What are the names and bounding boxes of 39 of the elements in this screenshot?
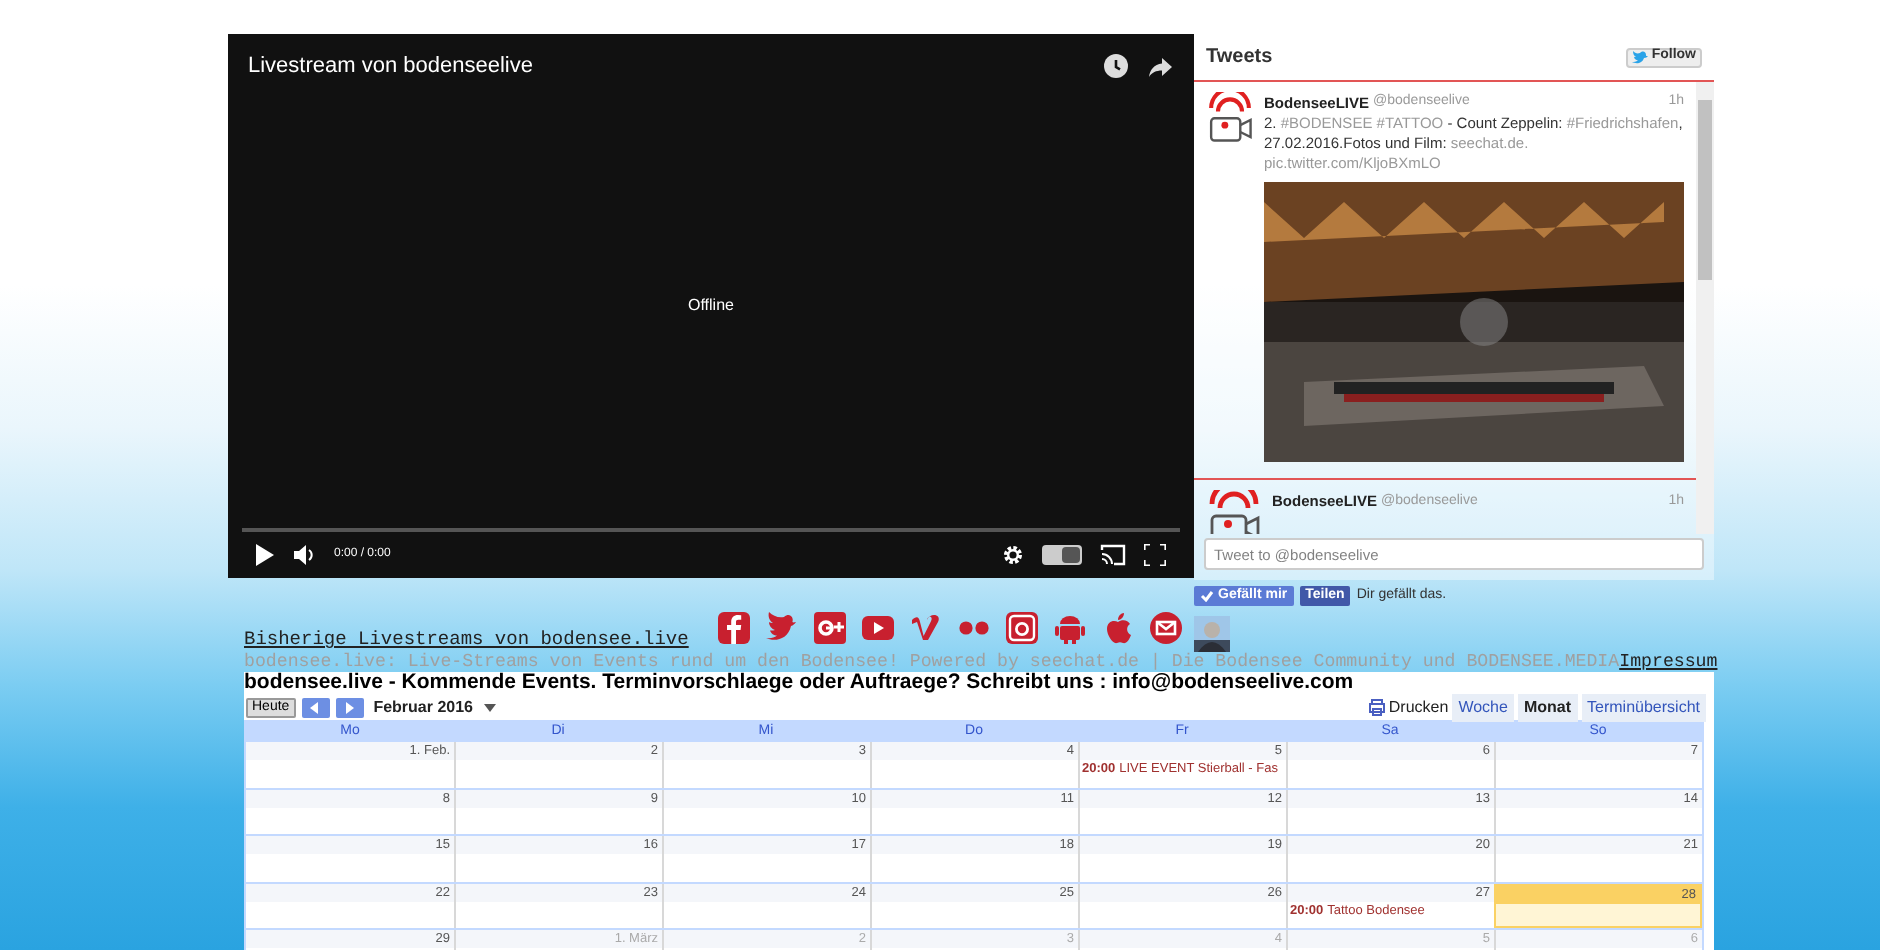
gear-icon[interactable] <box>1002 544 1024 566</box>
cast-icon[interactable] <box>1100 544 1126 566</box>
play-button-icon[interactable] <box>862 612 894 644</box>
bird-icon <box>1631 50 1648 64</box>
clock-icon[interactable] <box>1104 54 1128 79</box>
calendar-title: bodensee.live - Kommende Events. Terminvorschlaege oder Auftraege? Schreibt uns : info@bodenseelive.com <box>244 672 1356 694</box>
camera-signal-icon <box>1206 92 1254 148</box>
view-tab[interactable]: Monat <box>1517 693 1578 721</box>
volume-icon[interactable] <box>294 544 314 566</box>
imprint-link[interactable]: Impressum <box>1619 652 1718 672</box>
fullscreen-icon[interactable] <box>1144 544 1166 566</box>
left-arrow-icon <box>310 701 321 713</box>
camera-signal-icon <box>1206 490 1262 534</box>
offline-status: Offline <box>688 293 734 318</box>
share-arrow-icon[interactable] <box>1148 55 1174 78</box>
view-tab[interactable]: Terminübersicht <box>1581 693 1706 721</box>
panel-title: Tweets <box>1206 44 1273 72</box>
bird-icon[interactable] <box>766 612 798 644</box>
archive-link[interactable]: Bisherige Livestreams von bodensee.live <box>244 630 689 650</box>
v-logo-icon[interactable] <box>910 612 942 644</box>
apple-icon[interactable] <box>1102 612 1134 644</box>
printer-icon <box>1368 698 1387 716</box>
view-tab[interactable]: Woche <box>1452 693 1514 721</box>
robot-icon[interactable] <box>1054 612 1086 644</box>
next-button[interactable] <box>335 697 364 717</box>
video-title: Livestream von bodenseelive <box>248 52 533 82</box>
tagline: bodensee.live: Live-Streams von Events rund um den Bodensee! Powered by seechat.de | Die Bodensee Community und BODENSEE.MEDIA <box>244 652 1620 672</box>
play-icon[interactable] <box>256 544 274 566</box>
month-label: Februar 2016 <box>373 695 473 719</box>
envelope-icon[interactable] <box>1150 612 1182 644</box>
check-icon <box>1200 590 1214 603</box>
dropdown-caret-icon[interactable] <box>483 703 495 711</box>
right-arrow-icon <box>344 701 355 713</box>
camera-icon[interactable] <box>1006 612 1038 644</box>
google-plus-icon[interactable] <box>814 612 846 644</box>
scrollbar[interactable] <box>1696 82 1714 534</box>
print-button[interactable]: Drucken <box>1368 695 1449 719</box>
facebook-icon[interactable] <box>718 612 750 644</box>
previous-button[interactable] <box>301 697 330 717</box>
